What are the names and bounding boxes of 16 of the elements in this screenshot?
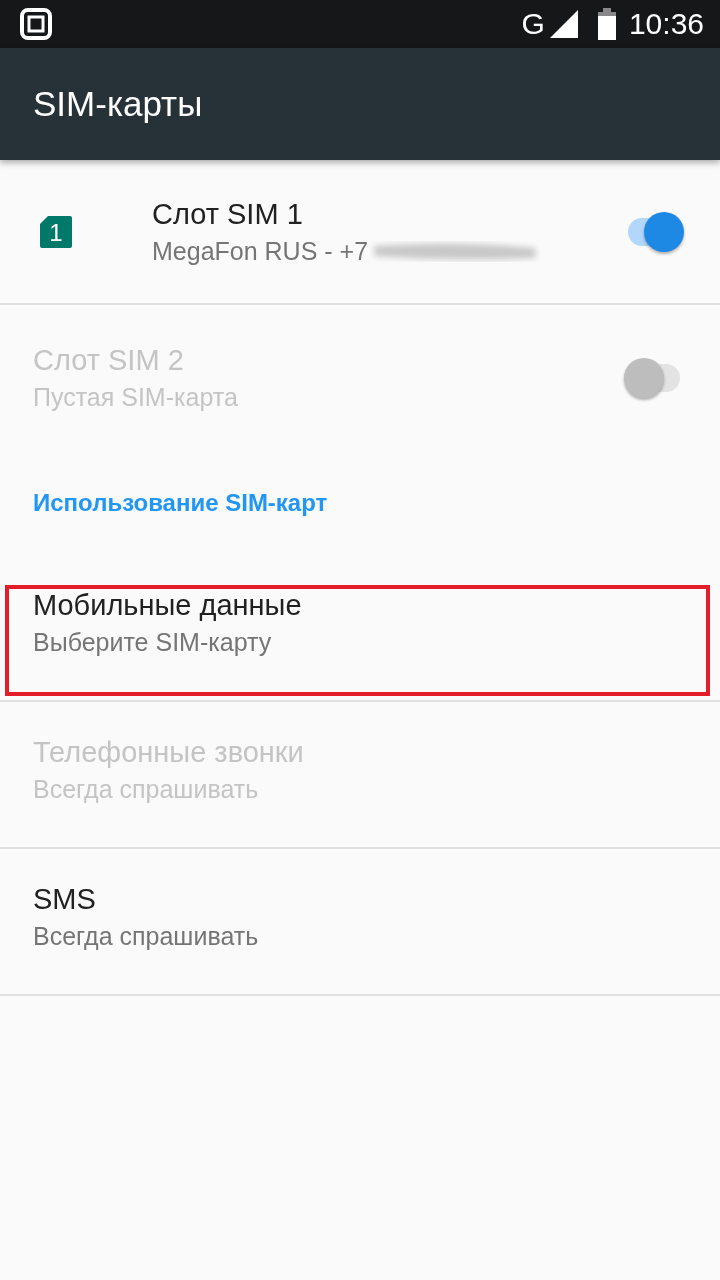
clock-time: 10:36: [628, 7, 704, 41]
network-type: G: [521, 7, 545, 41]
signal-icon: [548, 9, 579, 39]
screenshot-icon: [20, 8, 52, 40]
section-header: Использование SIM-карт: [33, 488, 328, 517]
setting-summary: Выберите SIM-карту: [33, 628, 273, 657]
setting-summary: Всегда спрашивать: [33, 922, 260, 951]
setting-summary: MegaFon RUS - +7: [152, 236, 369, 266]
sim-card-icon: 1: [40, 215, 72, 248]
setting-title: SMS: [33, 883, 97, 916]
battery-icon: [596, 8, 617, 40]
settings-item[interactable]: SMS Всегда спрашивать: [0, 849, 720, 996]
setting-title: Слот SIM 1: [152, 197, 304, 231]
setting-title: Мобильные данные: [33, 589, 303, 622]
settings-item[interactable]: Мобильные данные Выберите SIM-карту: [0, 555, 720, 702]
screen-title: SIM-карты: [33, 84, 203, 124]
